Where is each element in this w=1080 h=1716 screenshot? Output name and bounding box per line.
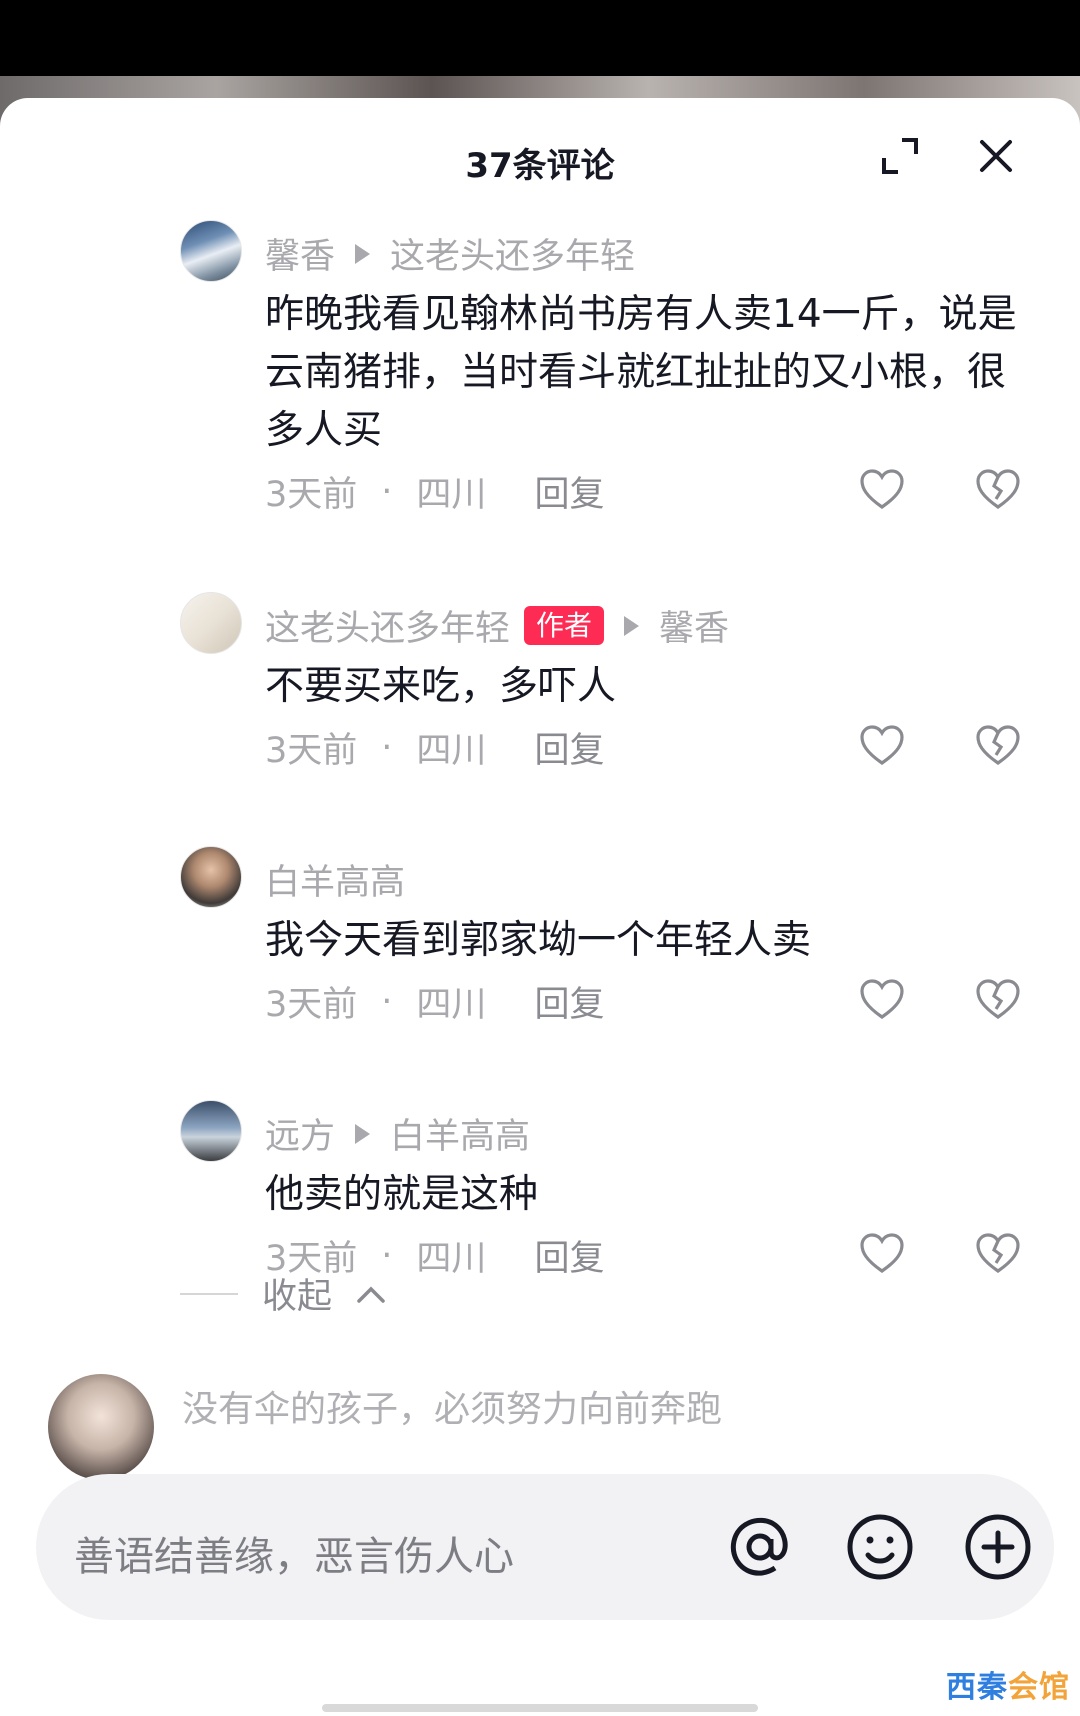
heart-icon[interactable] <box>858 466 906 514</box>
broken-heart-icon[interactable] <box>974 722 1022 770</box>
expand-button[interactable] <box>872 128 928 184</box>
reply-to-username[interactable]: 白羊高高 <box>390 1108 530 1159</box>
reply-to-username[interactable]: 馨香 <box>659 600 729 651</box>
expand-icon <box>882 138 918 174</box>
at-icon[interactable] <box>722 1509 798 1585</box>
chevron-up-icon <box>357 1286 385 1303</box>
watermark-part2: 会馆 <box>1008 1670 1070 1705</box>
plus-circle-icon[interactable] <box>960 1509 1036 1585</box>
avatar[interactable] <box>180 592 242 654</box>
avatar[interactable] <box>180 846 242 908</box>
comment-location: 四川 <box>416 985 487 1025</box>
divider-line <box>180 1292 238 1295</box>
collapse-label: 收起 <box>262 1277 333 1317</box>
comment-text: 昨晚我看见翰林尚书房有人卖14一斤，说是云南猪排，当时看斗就红扯扯的又小根，很多… <box>265 292 1017 453</box>
comments-sheet: 37条评论 馨香 这老头还多年轻 昨晚我看见翰林尚书房有人卖14一斤，说是云南猪… <box>0 98 1080 1716</box>
reply-arrow-icon <box>355 243 371 264</box>
heart-icon[interactable] <box>858 976 906 1024</box>
collapse-replies-button[interactable]: 收起 <box>180 1268 386 1319</box>
comment-text: 他卖的就是这种 <box>265 1172 539 1217</box>
next-comment-text: 没有伞的孩子，必须努力向前奔跑 <box>182 1389 723 1430</box>
reply-button[interactable]: 回复 <box>534 466 604 517</box>
heart-icon[interactable] <box>858 722 906 770</box>
reply-to-username[interactable]: 这老头还多年轻 <box>390 228 635 279</box>
separator-dot: · <box>381 727 393 768</box>
separator-dot: · <box>381 981 393 1022</box>
comment-time: 3天前 <box>265 985 358 1025</box>
close-icon <box>980 140 1012 172</box>
heart-icon[interactable] <box>858 1230 906 1278</box>
reply-button[interactable]: 回复 <box>534 1230 604 1281</box>
home-indicator <box>322 1704 758 1712</box>
comment-input-placeholder[interactable]: 善语结善缘，恶言伤人心 <box>74 1524 514 1582</box>
comment-username[interactable]: 白羊高高 <box>265 854 405 905</box>
avatar[interactable] <box>48 1374 154 1480</box>
broken-heart-icon[interactable] <box>974 466 1022 514</box>
comment-location: 四川 <box>416 475 487 515</box>
reply-arrow-icon <box>355 1123 371 1144</box>
author-badge: 作者 <box>524 605 605 646</box>
reply-button[interactable]: 回复 <box>534 722 604 773</box>
broken-heart-icon[interactable] <box>974 976 1022 1024</box>
emoji-icon[interactable] <box>842 1509 918 1585</box>
avatar[interactable] <box>180 1100 242 1162</box>
comment-text: 我今天看到郭家坳一个年轻人卖 <box>265 918 812 963</box>
reply-button[interactable]: 回复 <box>534 976 604 1027</box>
reply-arrow-icon <box>624 615 640 636</box>
watermark-part1: 西秦 <box>946 1670 1008 1705</box>
comment-username[interactable]: 远方 <box>265 1108 335 1159</box>
comment-location: 四川 <box>416 1239 487 1279</box>
separator-dot: · <box>381 471 393 512</box>
close-button[interactable] <box>968 128 1024 184</box>
comment-time: 3天前 <box>265 731 358 771</box>
comment-username[interactable]: 馨香 <box>265 228 335 279</box>
comment-location: 四川 <box>416 731 487 771</box>
comment-username[interactable]: 这老头还多年轻 <box>265 600 510 651</box>
comment-text: 不要买来吃，多吓人 <box>265 664 617 709</box>
avatar[interactable] <box>180 220 242 282</box>
broken-heart-icon[interactable] <box>974 1230 1022 1278</box>
next-comment-row: 没有伞的孩子，必须努力向前奔跑 <box>0 1366 1080 1480</box>
watermark: 西秦会馆 <box>946 1662 1070 1706</box>
comment-time: 3天前 <box>265 475 358 515</box>
comment-input-bar[interactable]: 善语结善缘，恶言伤人心 <box>36 1474 1054 1620</box>
